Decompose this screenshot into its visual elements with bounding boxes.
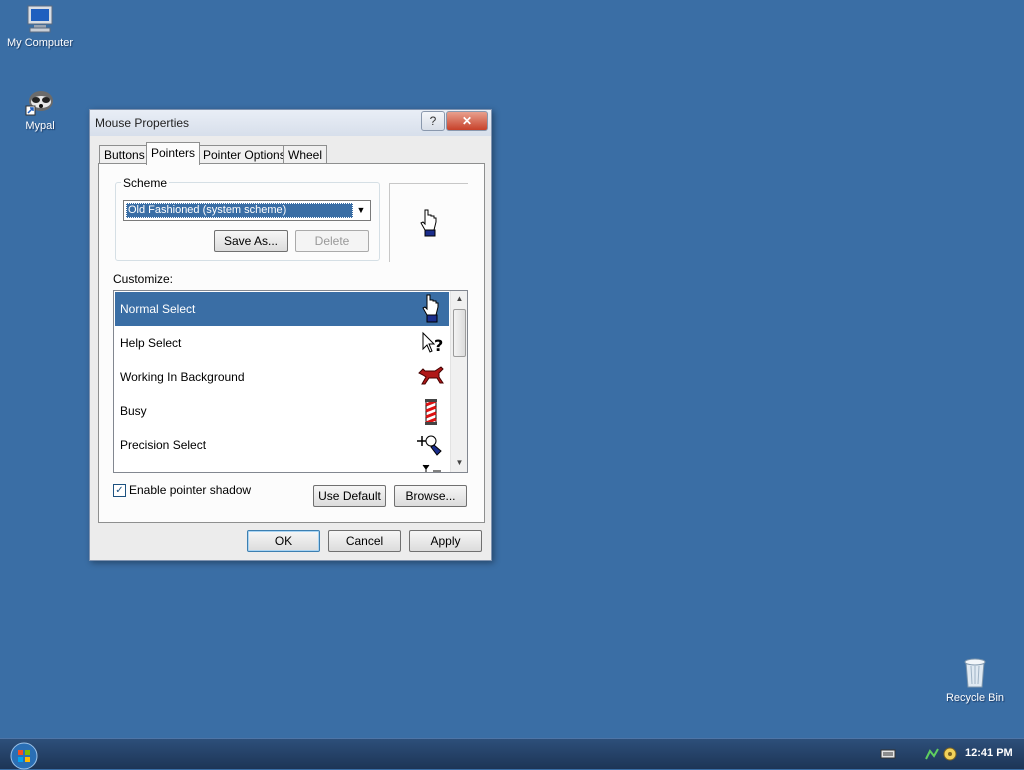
pointers-tab-panel: Scheme Old Fashioned (system scheme) ▼ S… [98,163,485,523]
list-item-label: Busy [120,404,147,418]
ok-button[interactable]: OK [247,530,320,552]
enable-shadow-checkbox[interactable]: ✓ [113,484,126,497]
pointer-preview [389,183,468,262]
hand-pointer-icon [420,209,437,237]
scheme-legend: Scheme [121,176,170,190]
taskbar: 12:41 PM [0,738,1024,770]
tab-buttons[interactable]: Buttons [99,145,150,164]
taskbar-clock[interactable]: 12:41 PM [965,747,1013,759]
computer-icon [27,5,53,33]
help-pointer-icon: ? [422,331,443,355]
desktop-icon-label: Recycle Bin [945,692,1005,704]
apply-button[interactable]: Apply [409,530,482,552]
network-icon[interactable] [924,747,940,761]
scheme-selected-value: Old Fashioned (system scheme) [126,203,353,218]
barber-pole-icon [425,399,437,425]
window-title: Mouse Properties [95,116,190,130]
list-item-normal-select[interactable]: Normal Select [115,292,449,326]
tab-wheel[interactable]: Wheel [283,145,328,164]
list-item-label: Normal Select [120,302,196,316]
desktop-icon-my-computer[interactable]: My Computer [0,3,80,49]
cancel-button[interactable]: Cancel [328,530,401,552]
title-bar[interactable]: Mouse Properties ? ✕ [90,110,491,136]
text-select-icon [422,464,441,472]
list-item-partial [115,462,449,472]
help-button[interactable]: ? [421,111,445,131]
list-item-label: Working In Background [120,370,245,384]
customize-label: Customize: [113,272,174,286]
list-item-precision-select[interactable]: Precision Select [115,428,449,462]
desktop-icon-label: Mypal [25,120,55,132]
save-as-button[interactable]: Save As... [214,230,288,252]
desktop-icon-label: My Computer [6,37,74,49]
browse-button[interactable]: Browse... [394,485,467,507]
start-button-icon[interactable] [10,742,38,770]
customize-list[interactable]: Normal Select Help Select ? Working In B… [113,290,468,473]
list-item-help-select[interactable]: Help Select ? [115,326,449,360]
precision-pointer-icon [417,435,442,456]
close-button[interactable]: ✕ [446,111,488,131]
use-default-button[interactable]: Use Default [313,485,386,507]
mouse-properties-window: Mouse Properties ? ✕ Buttons Pointers Po… [89,109,492,561]
mypal-raccoon-icon [25,91,53,116]
desktop-icon-mypal[interactable]: Mypal [0,86,80,132]
list-item-label: Precision Select [120,438,207,452]
horse-busy-icon [418,366,444,385]
list-scrollbar[interactable]: ▲ ▼ [450,291,467,472]
scheme-select[interactable]: Old Fashioned (system scheme) ▼ [123,200,371,221]
chevron-down-icon[interactable]: ▼ [354,203,368,218]
enable-shadow-label[interactable]: Enable pointer shadow [129,483,251,497]
tab-pointer-options[interactable]: Pointer Options [198,145,291,164]
volume-icon[interactable] [942,747,958,761]
delete-button[interactable]: Delete [295,230,369,252]
recycle-bin-icon [964,658,986,688]
desktop-icon-recycle-bin[interactable]: Recycle Bin [935,656,1015,704]
scroll-thumb[interactable] [453,309,466,357]
scroll-down-icon[interactable]: ▼ [451,455,467,471]
hand-pointer-icon [422,294,439,323]
svg-text:?: ? [434,336,443,355]
scroll-up-icon[interactable]: ▲ [451,291,467,307]
list-item-working-in-background[interactable]: Working In Background [115,360,449,394]
list-item-label: Help Select [120,336,182,350]
list-item-busy[interactable]: Busy [115,394,449,428]
keyboard-icon[interactable] [880,747,896,761]
tab-pointers[interactable]: Pointers [146,142,201,165]
